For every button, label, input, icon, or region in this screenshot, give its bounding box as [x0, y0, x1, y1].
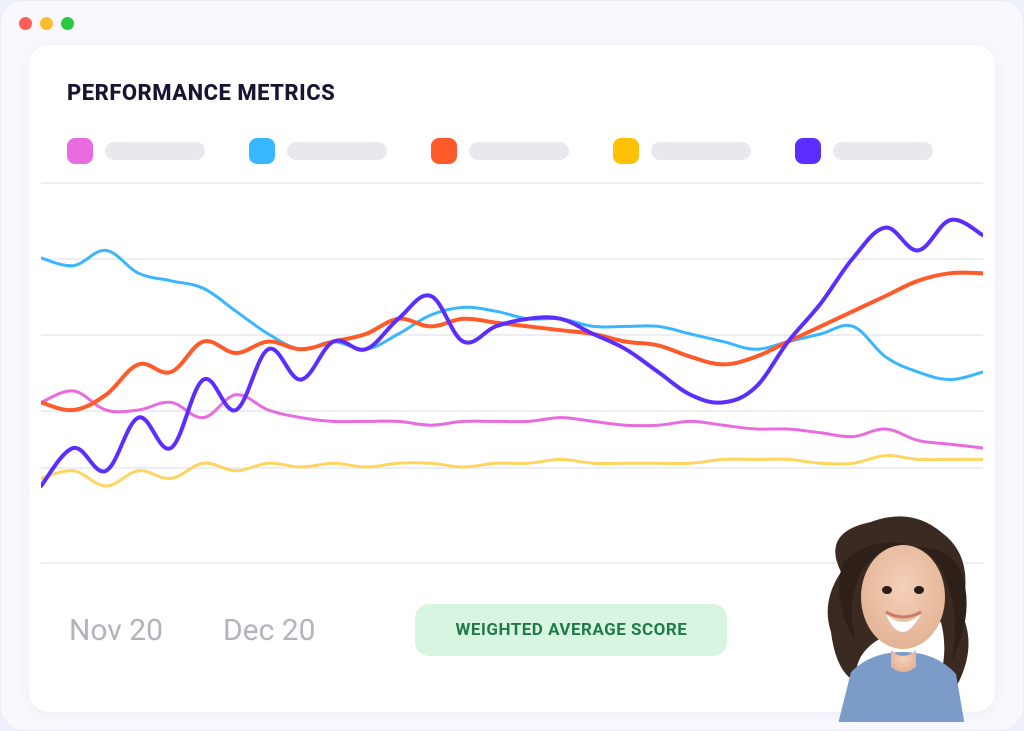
legend-swatch-icon — [249, 138, 275, 164]
window-minimize-icon[interactable] — [40, 17, 53, 30]
legend-item[interactable] — [613, 138, 751, 164]
legend-swatch-icon — [431, 138, 457, 164]
chart-series-line — [41, 273, 983, 411]
chart-series-line — [41, 220, 983, 486]
legend-label-placeholder — [833, 142, 933, 160]
legend-swatch-icon — [67, 138, 93, 164]
weighted-average-badge[interactable]: WEIGHTED AVERAGE SCORE — [415, 604, 727, 656]
metrics-card: PERFORMANCE METRICS — [29, 45, 995, 712]
chart-series-line — [41, 391, 983, 448]
window-close-icon[interactable] — [19, 17, 32, 30]
x-tick-label: Dec 20 — [223, 613, 315, 648]
legend-swatch-icon — [795, 138, 821, 164]
chart-legend — [67, 138, 995, 164]
window-titlebar — [1, 1, 1023, 45]
legend-swatch-icon — [613, 138, 639, 164]
x-tick-label: Nov 20 — [69, 613, 163, 648]
card-title: PERFORMANCE METRICS — [67, 81, 995, 106]
legend-item[interactable] — [249, 138, 387, 164]
legend-label-placeholder — [651, 142, 751, 160]
user-avatar — [801, 502, 1001, 722]
legend-label-placeholder — [469, 142, 569, 160]
chart-series-line — [41, 456, 983, 486]
window-zoom-icon[interactable] — [61, 17, 74, 30]
legend-item[interactable] — [795, 138, 933, 164]
legend-item[interactable] — [431, 138, 569, 164]
app-window: PERFORMANCE METRICS — [0, 0, 1024, 731]
legend-item[interactable] — [67, 138, 205, 164]
legend-label-placeholder — [105, 142, 205, 160]
legend-label-placeholder — [287, 142, 387, 160]
